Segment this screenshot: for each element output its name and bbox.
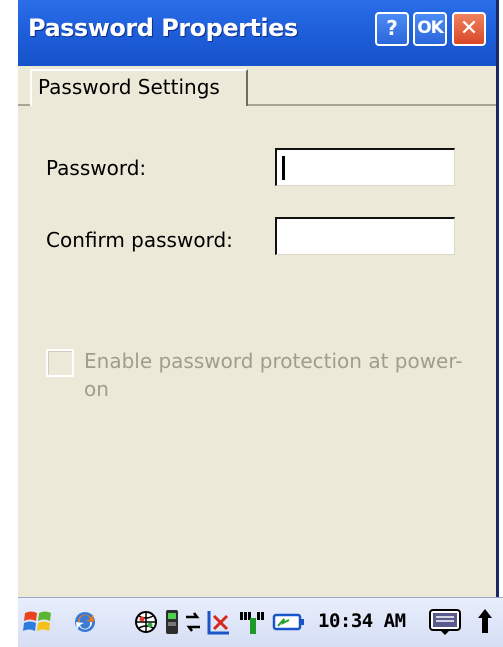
- password-label: Password:: [46, 156, 147, 180]
- confirm-password-label: Confirm password:: [46, 228, 233, 252]
- close-button[interactable]: ✕: [452, 12, 486, 46]
- enable-protection-checkbox[interactable]: [46, 349, 74, 377]
- title-bar: Password Properties ? OK ✕: [18, 0, 496, 67]
- tab-strip: Password Settings: [18, 66, 496, 106]
- window-title: Password Properties: [28, 14, 298, 42]
- clock[interactable]: 10:34 AM: [318, 610, 406, 632]
- data-transfer-icon[interactable]: [183, 608, 203, 636]
- sync-icon[interactable]: [70, 608, 100, 636]
- text-caret: [282, 156, 285, 180]
- confirm-password-field[interactable]: [275, 217, 455, 255]
- connection-icon[interactable]: [161, 608, 183, 636]
- input-panel-icon[interactable]: [428, 608, 462, 636]
- window-edge: [496, 0, 499, 600]
- ok-button[interactable]: OK: [413, 12, 447, 46]
- network-globe-icon[interactable]: [133, 608, 159, 636]
- enable-protection-label: Enable password protection at power-on: [84, 349, 463, 401]
- battery-icon[interactable]: [270, 608, 306, 636]
- taskbar: 10:34 AM: [18, 597, 503, 647]
- password-field[interactable]: [275, 148, 455, 186]
- help-button[interactable]: ?: [375, 12, 409, 46]
- signal-strength-icon[interactable]: [238, 608, 268, 636]
- no-connection-icon[interactable]: [204, 608, 232, 636]
- start-icon[interactable]: [20, 608, 56, 636]
- dialog-body: Password Settings Password: Confirm pass…: [18, 66, 496, 597]
- screen: Password Properties ? OK ✕ Password Sett…: [0, 0, 503, 647]
- tab-password-settings[interactable]: Password Settings: [30, 69, 248, 106]
- up-arrow-icon[interactable]: [473, 608, 497, 636]
